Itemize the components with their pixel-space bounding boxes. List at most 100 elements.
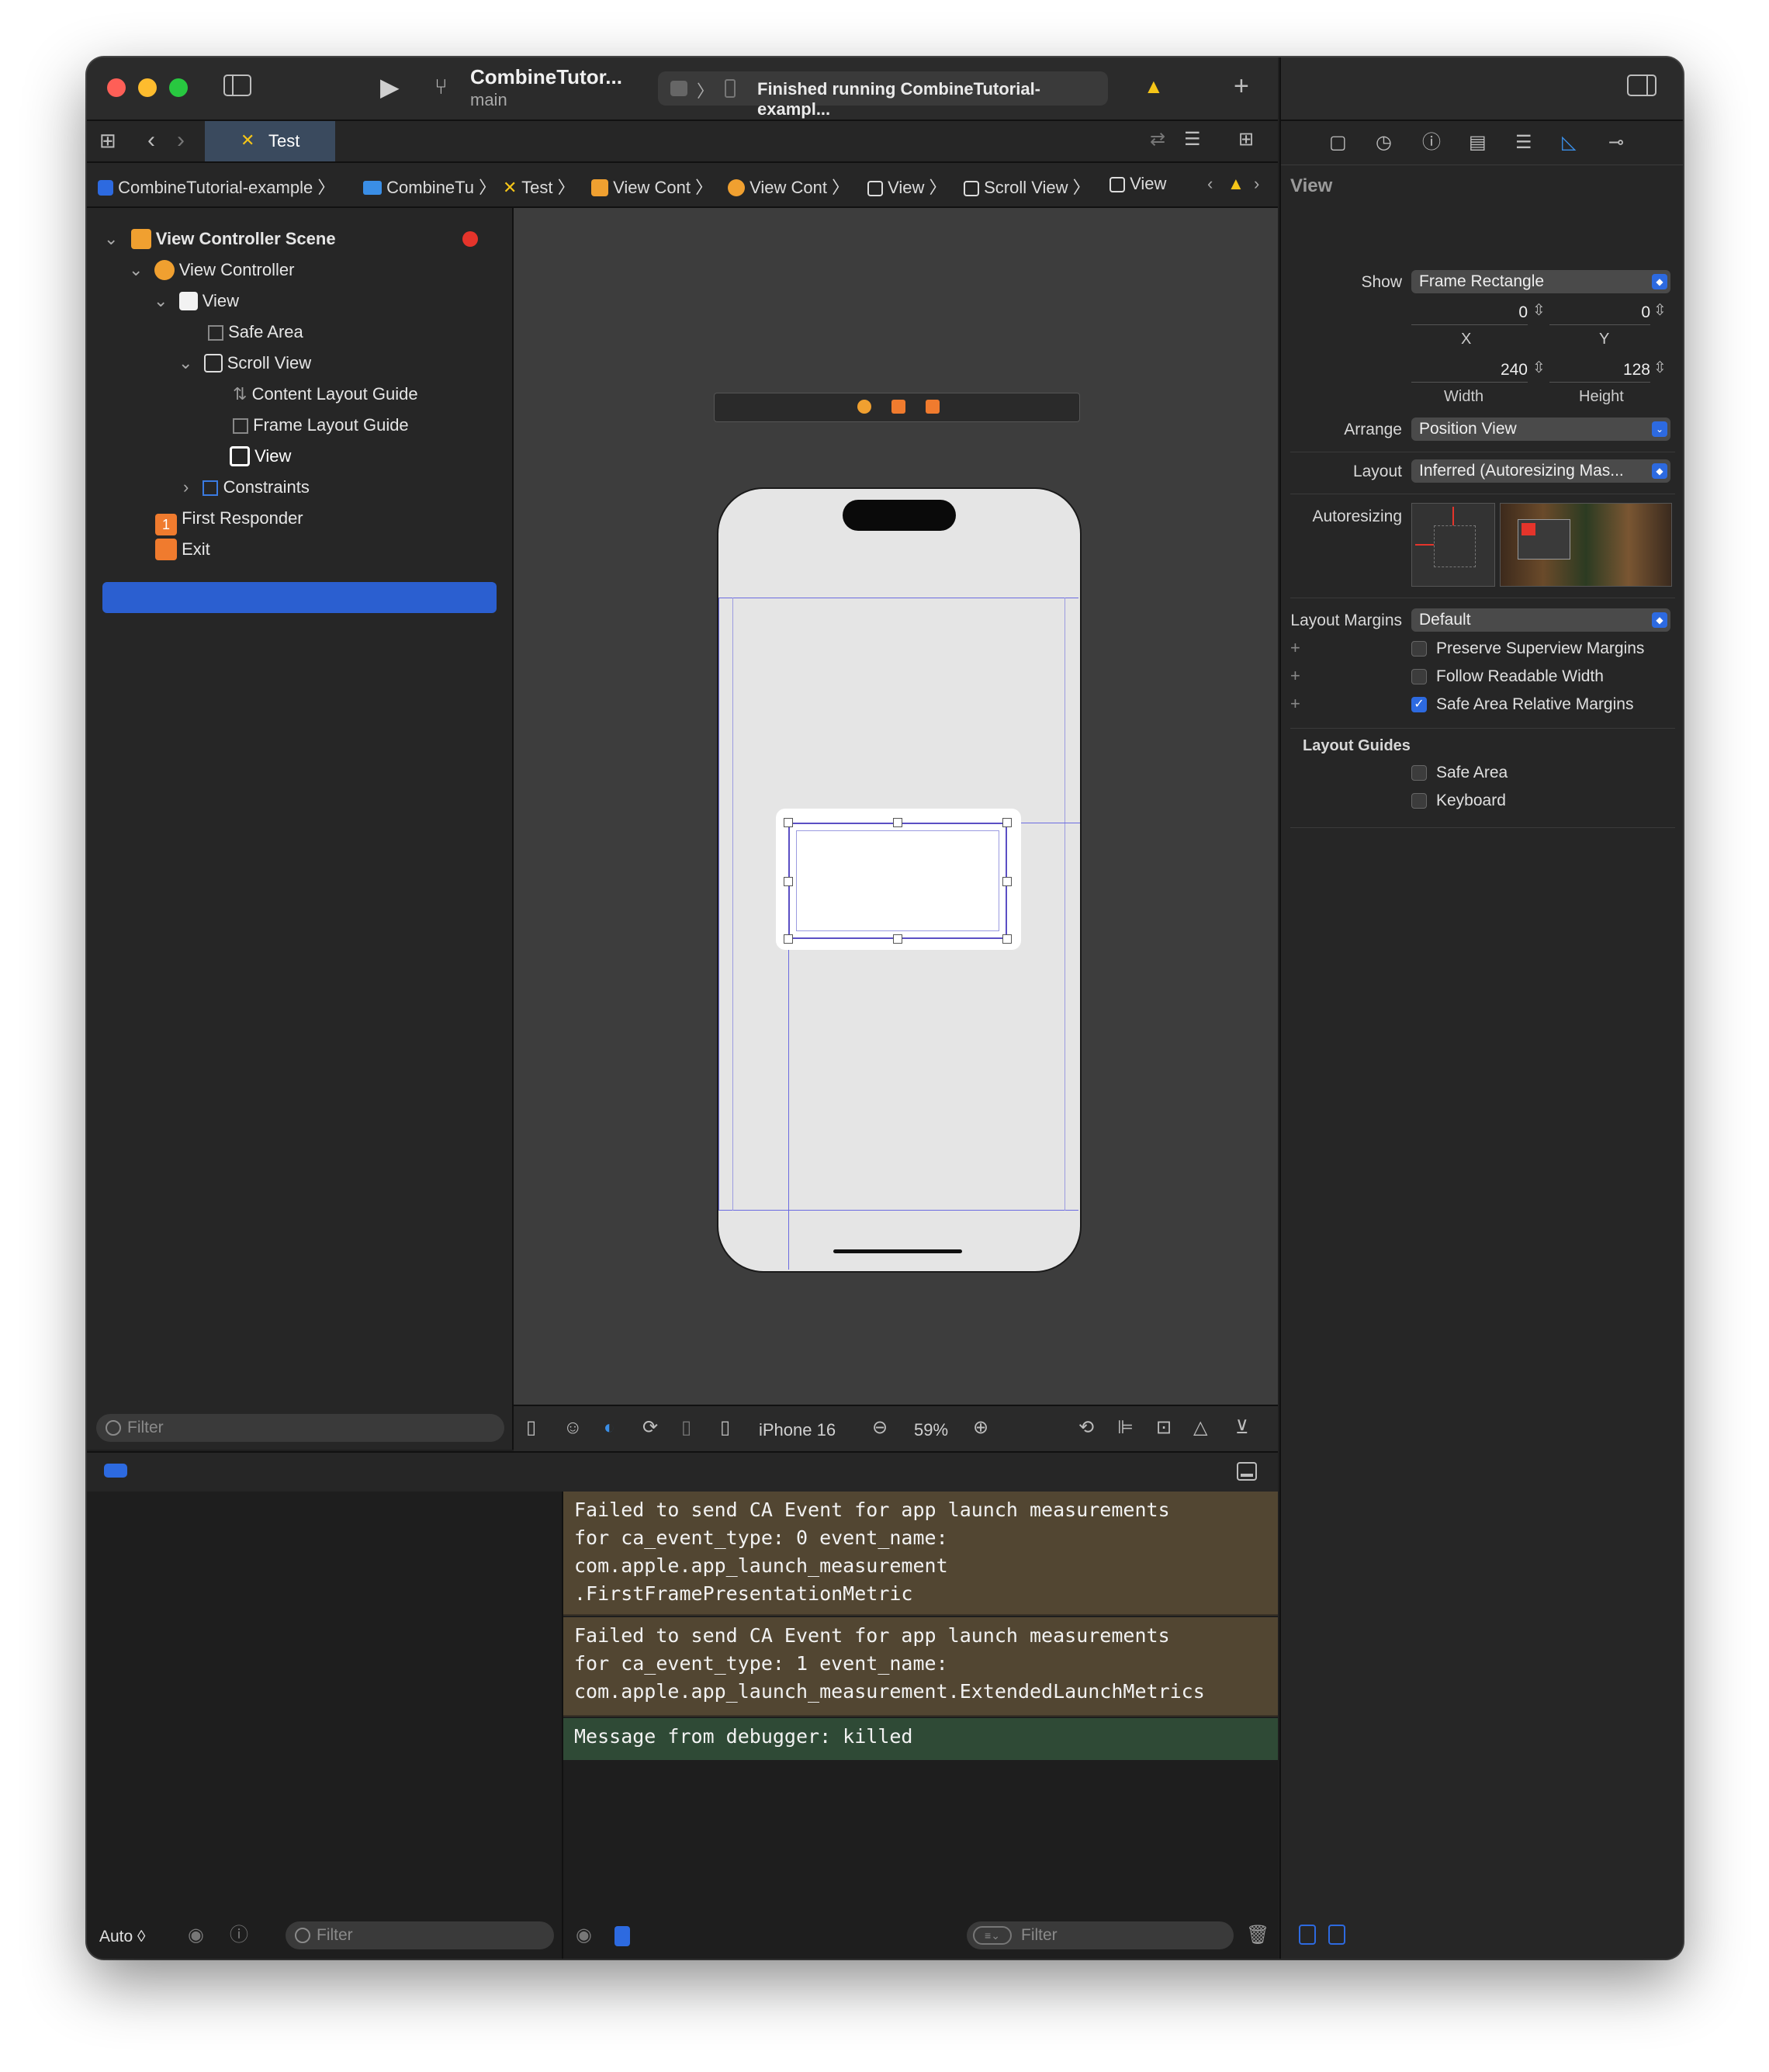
split-view-icon[interactable]: ▯ bbox=[681, 1419, 691, 1437]
width-field[interactable]: 240 bbox=[1411, 359, 1528, 383]
resize-handle[interactable] bbox=[893, 934, 902, 944]
forward-icon[interactable]: › bbox=[177, 129, 185, 152]
resolve-issues-icon[interactable]: △ bbox=[1193, 1419, 1207, 1437]
outline-item-constraints[interactable]: › Constraints bbox=[183, 472, 310, 503]
outline-toggle-icon[interactable]: ▯ bbox=[526, 1419, 536, 1437]
view-controller-icon[interactable] bbox=[857, 400, 871, 414]
eye-icon[interactable]: ◉ bbox=[188, 1926, 204, 1945]
iphone-frame[interactable] bbox=[717, 487, 1082, 1273]
outline-item-first-responder[interactable]: 1 First Responder bbox=[155, 503, 303, 535]
variables-filter-input[interactable]: Filter bbox=[286, 1921, 554, 1949]
outline-item-frame-layout-guide[interactable]: Frame Layout Guide bbox=[233, 410, 409, 441]
disclosure-closed-icon[interactable]: › bbox=[183, 477, 189, 497]
outline-item-scene[interactable]: ⌄ View Controller Scene bbox=[104, 223, 336, 255]
update-frames-icon[interactable]: ⟲ bbox=[1078, 1419, 1094, 1437]
show-console-icon[interactable] bbox=[1328, 1925, 1345, 1945]
hide-debug-area-icon[interactable] bbox=[1237, 1462, 1257, 1481]
scheme-title[interactable]: CombineTutor... bbox=[470, 65, 622, 89]
embed-in-icon[interactable]: ⊻ bbox=[1235, 1419, 1249, 1437]
autoresizing-mask-control[interactable] bbox=[1411, 503, 1495, 587]
disclosure-open-icon[interactable]: ⌄ bbox=[154, 291, 168, 310]
attributes-inspector-icon[interactable]: ☰ bbox=[1515, 133, 1532, 152]
stepper-icon[interactable]: ⇳ bbox=[1653, 360, 1667, 376]
resize-handle[interactable] bbox=[784, 934, 793, 944]
size-inspector-icon[interactable]: ◺ bbox=[1562, 133, 1576, 152]
y-field[interactable]: 0 bbox=[1549, 301, 1650, 325]
jumpbar-item-test[interactable]: ✕ Test 〉 bbox=[503, 174, 575, 199]
sidebar-toggle-icon[interactable] bbox=[223, 74, 251, 96]
outline-filter-input[interactable]: Filter bbox=[96, 1414, 504, 1442]
align-icon[interactable]: ⊫ bbox=[1117, 1419, 1134, 1437]
filter-options-icon[interactable]: ≡⌄ bbox=[973, 1926, 1012, 1945]
next-issue-icon[interactable]: › bbox=[1254, 174, 1259, 194]
resize-handle[interactable] bbox=[893, 818, 902, 827]
show-popup[interactable]: Frame Rectangle ◆ bbox=[1411, 270, 1670, 293]
left-strut[interactable] bbox=[1415, 544, 1434, 546]
appearance-icon[interactable]: ◐ bbox=[604, 1419, 615, 1437]
orientation-icon[interactable]: ⟳ bbox=[642, 1419, 658, 1437]
outline-item-view[interactable]: ⌄ View bbox=[154, 286, 239, 317]
eye-icon[interactable]: ◉ bbox=[576, 1926, 592, 1945]
add-constraints-icon[interactable]: ⊡ bbox=[1156, 1419, 1172, 1437]
selected-view[interactable] bbox=[788, 823, 1007, 939]
add-variation-icon[interactable]: + bbox=[1290, 639, 1300, 657]
height-field[interactable]: 128 bbox=[1549, 359, 1650, 383]
zoom-window-button[interactable] bbox=[169, 78, 188, 97]
outline-item-content-layout-guide[interactable]: ⇅ Content Layout Guide bbox=[233, 379, 418, 410]
file-inspector-icon[interactable]: ▢ bbox=[1329, 133, 1347, 152]
outline-item-view-selected[interactable]: View bbox=[230, 441, 291, 472]
debug-area-toggle-icon[interactable] bbox=[104, 1464, 127, 1478]
editor-options-icon[interactable]: ☰ bbox=[1184, 130, 1201, 149]
jumpbar-item-view[interactable]: View 〉 bbox=[867, 174, 947, 199]
keyboard-guide-checkbox[interactable] bbox=[1411, 793, 1427, 809]
info-icon[interactable]: ⓘ bbox=[230, 1926, 248, 1945]
disclosure-open-icon[interactable]: ⌄ bbox=[104, 229, 118, 248]
stepper-icon[interactable]: ⇳ bbox=[1653, 303, 1667, 318]
resize-handle[interactable] bbox=[784, 818, 793, 827]
resize-handle[interactable] bbox=[1002, 934, 1012, 944]
resize-handle[interactable] bbox=[1002, 877, 1012, 886]
run-icon[interactable]: ▶ bbox=[380, 74, 400, 99]
jumpbar-item-scroll-view[interactable]: Scroll View 〉 bbox=[964, 174, 1090, 199]
zoom-out-icon[interactable]: ⊖ bbox=[872, 1419, 888, 1437]
history-inspector-icon[interactable]: ◷ bbox=[1376, 133, 1392, 152]
zoom-in-icon[interactable]: ⊕ bbox=[973, 1419, 988, 1437]
minimize-window-button[interactable] bbox=[138, 78, 157, 97]
add-variation-icon[interactable]: + bbox=[1290, 695, 1300, 712]
storyboard-canvas[interactable] bbox=[514, 208, 1278, 1405]
disclosure-open-icon[interactable]: ⌄ bbox=[129, 260, 143, 279]
trash-icon[interactable]: 🗑 bbox=[1246, 1926, 1269, 1945]
error-icon[interactable] bbox=[462, 231, 478, 247]
outline-item-view-controller[interactable]: ⌄ View Controller bbox=[129, 255, 294, 286]
resize-handle[interactable] bbox=[1002, 818, 1012, 827]
swap-icon[interactable]: ⇄ bbox=[1150, 130, 1165, 149]
device-icon[interactable]: ▯ bbox=[720, 1419, 730, 1437]
back-icon[interactable]: ‹ bbox=[147, 129, 155, 152]
add-icon[interactable]: + bbox=[1234, 73, 1249, 99]
accessibility-icon[interactable]: ☺ bbox=[563, 1419, 583, 1437]
output-options-icon[interactable] bbox=[614, 1926, 630, 1946]
grid-icon[interactable]: ⊞ bbox=[99, 130, 116, 151]
warning-icon[interactable]: ▲ bbox=[1144, 76, 1164, 96]
x-field[interactable]: 0 bbox=[1411, 301, 1528, 325]
quick-help-icon[interactable]: ⓘ bbox=[1422, 133, 1441, 152]
jumpbar-item-folder[interactable]: CombineTu 〉 bbox=[363, 174, 496, 199]
safe-area-relative-margins-checkbox[interactable]: ✓ bbox=[1411, 697, 1427, 712]
outline-item-exit[interactable]: Exit bbox=[155, 534, 210, 565]
connections-inspector-icon[interactable]: ⊸ bbox=[1608, 133, 1624, 152]
jumpbar-item-storyboard[interactable]: View Cont 〉 bbox=[591, 174, 712, 199]
stepper-icon[interactable]: ⇳ bbox=[1532, 360, 1546, 376]
stepper-icon[interactable]: ⇳ bbox=[1532, 303, 1546, 318]
exit-icon[interactable] bbox=[926, 400, 940, 414]
auto-popup[interactable]: Auto ◊ bbox=[99, 1928, 145, 1946]
first-responder-icon[interactable] bbox=[891, 400, 905, 414]
identity-inspector-icon[interactable]: ▤ bbox=[1469, 133, 1487, 152]
jumpbar-item-view-selected[interactable]: View bbox=[1110, 174, 1166, 194]
outline-item-safe-area[interactable]: Safe Area bbox=[208, 317, 303, 348]
resize-handle[interactable] bbox=[784, 877, 793, 886]
top-strut[interactable] bbox=[1452, 507, 1454, 525]
split-editor-icon[interactable]: ⊞ bbox=[1238, 130, 1254, 149]
show-variables-icon[interactable] bbox=[1299, 1925, 1316, 1945]
jumpbar-item-project[interactable]: CombineTutorial-example 〉 bbox=[98, 174, 334, 199]
add-variation-icon[interactable]: + bbox=[1290, 667, 1300, 684]
